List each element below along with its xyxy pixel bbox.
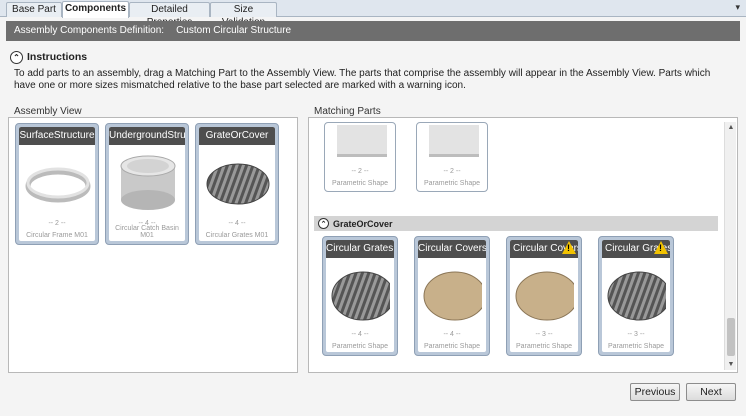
definition-label: Assembly Components Definition:: [14, 25, 165, 36]
tab-components[interactable]: Components: [62, 1, 129, 18]
card-subtitle: Parametric Shape: [423, 343, 481, 350]
instructions-header[interactable]: ⌃ Instructions: [10, 49, 87, 65]
matching-card-grates-warning[interactable]: Circular Grates -- 3 -- Parametric Shape: [598, 236, 674, 356]
cover-icon: [422, 262, 482, 330]
card-count: -- 2 --: [48, 220, 66, 227]
cylinder-icon: [113, 149, 181, 217]
card-count: -- 4 --: [351, 331, 369, 338]
card-count: -- 3 --: [627, 331, 645, 338]
scroll-down-icon[interactable]: ▼: [725, 361, 737, 368]
collapse-icon[interactable]: ⌃: [318, 218, 329, 229]
card-subtitle: Parametric Shape: [423, 180, 481, 187]
card-count: -- 2 --: [443, 168, 461, 175]
matching-parts-label: Matching Parts: [314, 106, 381, 117]
grate-icon: [203, 149, 271, 217]
assembly-card-underground[interactable]: UndergroundStruc... -- 4 -- Circular Cat…: [105, 123, 189, 245]
instructions-title: Instructions: [27, 51, 88, 63]
grate-icon: [606, 262, 666, 330]
card-subtitle: Circular Frame M01: [26, 232, 88, 239]
box-icon: [429, 125, 479, 157]
warning-icon: [562, 241, 576, 254]
assembly-card-grate[interactable]: GrateOrCover -- 4 -- Circular Grates M01: [195, 123, 279, 245]
vertical-scrollbar[interactable]: ▲ ▼: [724, 122, 736, 370]
card-title: SurfaceStructure: [19, 127, 95, 145]
matching-card-partial[interactable]: -- 2 -- Parametric Shape: [416, 122, 488, 192]
scroll-up-icon[interactable]: ▲: [725, 124, 737, 131]
card-subtitle: Parametric Shape: [515, 343, 573, 350]
collapse-icon[interactable]: ⌃: [10, 50, 23, 64]
tab-detailed-properties[interactable]: Detailed Properties: [129, 2, 210, 28]
card-count: -- 2 --: [351, 168, 369, 175]
card-title: UndergroundStruc...: [109, 127, 185, 145]
assembly-view-panel[interactable]: SurfaceStructure -- 2 -- Circular Frame …: [8, 117, 298, 373]
ring-icon: [23, 149, 91, 217]
card-count: -- 4 --: [443, 331, 461, 338]
scrollbar-thumb[interactable]: [727, 318, 735, 356]
tab-size-validation[interactable]: Size Validation: [210, 2, 277, 28]
next-button[interactable]: Next: [686, 383, 736, 401]
warning-icon: [654, 241, 668, 254]
app-window: Base Part Components Detailed Properties…: [0, 0, 746, 416]
tab-base-part[interactable]: Base Part: [6, 2, 62, 17]
group-title: GrateOrCover: [333, 218, 393, 229]
assembly-card-surface[interactable]: SurfaceStructure -- 2 -- Circular Frame …: [15, 123, 99, 245]
card-subtitle: Parametric Shape: [607, 343, 665, 350]
card-count: -- 3 --: [535, 331, 553, 338]
tab-strip: Base Part Components Detailed Properties…: [0, 0, 746, 28]
card-title: GrateOrCover: [199, 127, 275, 145]
grate-icon: [330, 262, 390, 330]
card-subtitle: Circular Catch Basin M01: [115, 225, 179, 239]
definition-value: Custom Circular Structure: [176, 25, 292, 36]
card-subtitle: Parametric Shape: [331, 343, 389, 350]
assembly-view-label: Assembly View: [14, 106, 82, 117]
card-title: Circular Grates...: [326, 240, 394, 258]
box-icon: [337, 125, 387, 157]
instructions-text: To add parts to an assembly, drag a Matc…: [14, 68, 711, 91]
group-header[interactable]: ⌃ GrateOrCover: [314, 216, 718, 231]
matching-card-grates[interactable]: Circular Grates... -- 4 -- Parametric Sh…: [322, 236, 398, 356]
previous-button[interactable]: Previous: [630, 383, 680, 401]
dropdown-arrow-icon[interactable]: ▾: [735, 2, 740, 13]
card-count: -- 4 --: [228, 220, 246, 227]
matching-card-covers[interactable]: Circular Covers... -- 4 -- Parametric Sh…: [414, 236, 490, 356]
card-subtitle: Parametric Shape: [331, 180, 389, 187]
card-subtitle: Circular Grates M01: [205, 232, 269, 239]
matching-card-covers-warning[interactable]: Circular Covers -- 3 -- Parametric Shape: [506, 236, 582, 356]
matching-card-partial[interactable]: -- 2 -- Parametric Shape: [324, 122, 396, 192]
definition-bar: Assembly Components Definition: Custom Ci…: [6, 21, 740, 41]
card-title: Circular Covers...: [418, 240, 486, 258]
cover-icon: [514, 262, 574, 330]
